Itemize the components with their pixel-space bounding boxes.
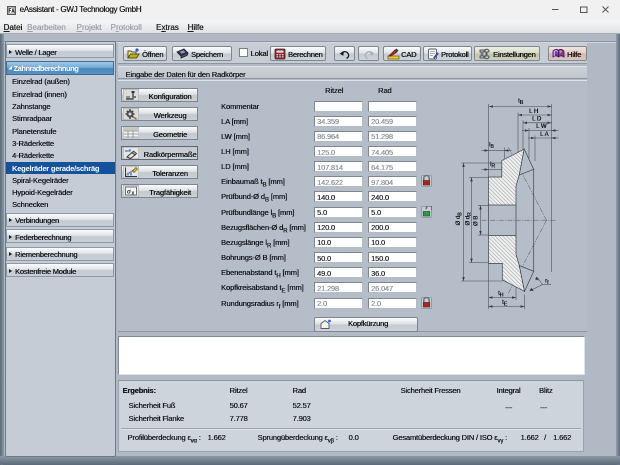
- svg-text:Ø dB: Ø dB: [456, 212, 464, 226]
- svg-text:Ø B: Ø B: [473, 216, 479, 226]
- svg-text:rf: rf: [545, 279, 549, 287]
- svg-text:tB: tB: [518, 99, 524, 107]
- svg-text:tE: tE: [502, 300, 508, 308]
- svg-text:tH: tH: [498, 291, 504, 299]
- svg-text:L D: L D: [532, 117, 542, 123]
- svg-text:L A: L A: [540, 132, 548, 138]
- svg-text:L W: L W: [536, 124, 547, 130]
- svg-text:lR: lR: [490, 162, 495, 170]
- svg-text:lB: lB: [489, 143, 494, 151]
- svg-text:L H: L H: [529, 109, 538, 115]
